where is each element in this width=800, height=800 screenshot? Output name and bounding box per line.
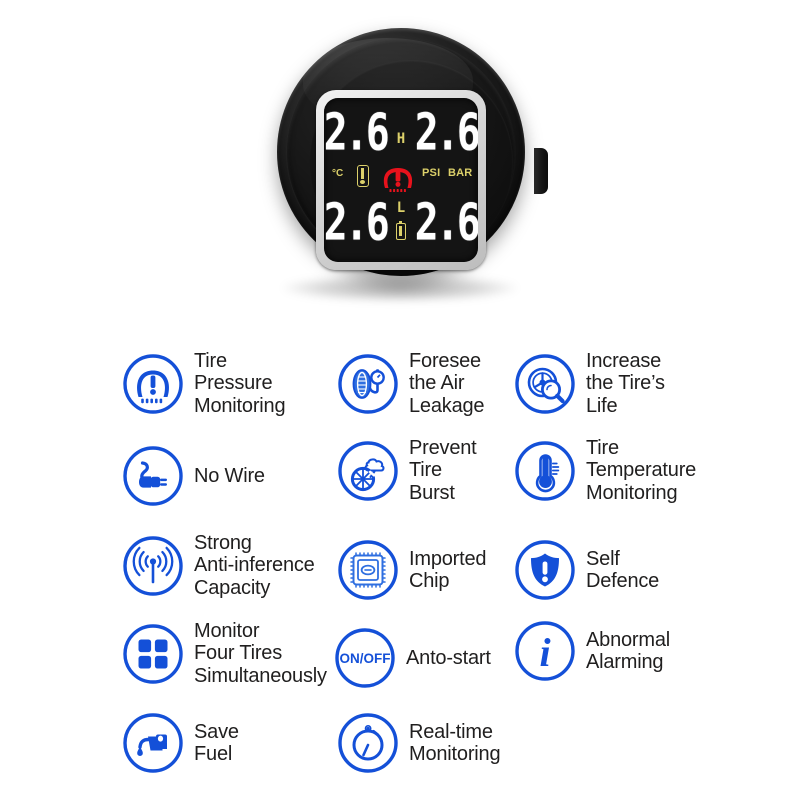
lcd-low-marker: L: [396, 200, 406, 216]
four-squares-icon: [122, 623, 184, 685]
feature-real-time-monitoring: Real-time Monitoring: [337, 712, 501, 774]
unplugged-plug-icon: [122, 445, 184, 507]
signal-waves-icon: [122, 535, 184, 597]
device-side-button[interactable]: [534, 148, 548, 194]
feature-label: Tire Pressure Monitoring: [194, 350, 286, 417]
feature-self-defence: Self Defence: [514, 539, 659, 601]
feature-monitor-four-tires: Monitor Four Tires Simultaneously: [122, 620, 327, 687]
feature-label: Prevent Tire Burst: [409, 437, 477, 504]
feature-imported-chip: Imported Chip: [337, 539, 487, 601]
feature-label: Foresee the Air Leakage: [409, 350, 485, 417]
battery-icon: [396, 220, 406, 240]
feature-tire-pressure-monitoring: Tire Pressure Monitoring: [122, 350, 286, 417]
feature-anto-start: ON/OFF Anto-start: [334, 627, 491, 689]
lcd-psi-label: PSI: [422, 167, 441, 179]
lcd-rear-left-pressure: 2.6: [324, 192, 390, 252]
tire-gauge-icon: [337, 353, 399, 415]
tire-burst-icon: [337, 440, 399, 502]
feature-label: Self Defence: [586, 547, 660, 592]
feature-list: Tire Pressure Monitoring Foresee the Air…: [0, 332, 800, 800]
lcd-high-marker: H: [396, 131, 406, 147]
feature-label: Increase the Tire’s Life: [586, 350, 665, 417]
device-drop-shadow: [281, 274, 519, 302]
feature-tire-temperature-monitoring: Tire Temperature Monitoring: [514, 437, 696, 504]
tire-pressure-warning-icon: [122, 353, 184, 415]
thermometer-icon: [514, 440, 576, 502]
feature-label: Abnormal Alarming: [586, 628, 670, 673]
fuel-nozzle-icon: [122, 712, 184, 774]
on-off-icon: ON/OFF: [334, 627, 396, 689]
tpms-warning-icon: [380, 162, 416, 193]
lcd-status-bar: °C PSI BAR: [324, 160, 478, 194]
lcd-top-center-column: H: [390, 105, 412, 161]
lcd-frame: 2.6 H 2.6 °C PSI BAR 2.6 L 2.6: [316, 90, 486, 270]
lcd-bar-label: BAR: [448, 167, 473, 179]
chip-icon: [337, 539, 399, 601]
feature-foresee-air-leakage: Foresee the Air Leakage: [337, 350, 485, 417]
product-image: 2.6 H 2.6 °C PSI BAR 2.6 L 2.6: [0, 0, 800, 330]
lcd-row-rear-tires: 2.6 L 2.6: [324, 194, 478, 252]
thermometer-icon: [357, 165, 369, 187]
feature-prevent-tire-burst: Prevent Tire Burst: [337, 437, 477, 504]
wheel-magnifier-icon: [514, 353, 576, 415]
lcd-screen: 2.6 H 2.6 °C PSI BAR 2.6 L 2.6: [324, 98, 478, 262]
feature-label: Monitor Four Tires Simultaneously: [194, 620, 327, 687]
feature-label: Strong Anti-inference Capacity: [194, 532, 315, 599]
feature-label: Anto-start: [406, 646, 491, 669]
feature-label: Tire Temperature Monitoring: [586, 437, 697, 504]
lcd-celsius-label: °C: [332, 168, 344, 179]
feature-save-fuel: Save Fuel: [122, 712, 239, 774]
feature-label: No Wire: [194, 464, 265, 487]
feature-label: Save Fuel: [194, 720, 239, 765]
shield-exclamation-icon: [514, 539, 576, 601]
lcd-row-front-tires: 2.6 H 2.6: [324, 104, 478, 162]
lcd-bottom-center-column: L: [390, 195, 412, 251]
lcd-front-right-pressure: 2.6: [414, 102, 478, 162]
lcd-rear-right-pressure: 2.6: [414, 192, 478, 252]
on-off-label: ON/OFF: [340, 651, 391, 666]
feature-strong-anti-inference-capacity: Strong Anti-inference Capacity: [122, 532, 315, 599]
feature-label: Real-time Monitoring: [409, 720, 501, 765]
feature-label: Imported Chip: [409, 547, 487, 592]
stopwatch-icon: [337, 712, 399, 774]
lcd-front-left-pressure: 2.6: [324, 102, 390, 162]
feature-increase-tire-life: Increase the Tire’s Life: [514, 350, 665, 417]
info-icon: i: [514, 620, 576, 682]
svg-text:i: i: [539, 630, 550, 675]
feature-no-wire: No Wire: [122, 445, 265, 507]
feature-abnormal-alarming: i Abnormal Alarming: [514, 620, 670, 682]
